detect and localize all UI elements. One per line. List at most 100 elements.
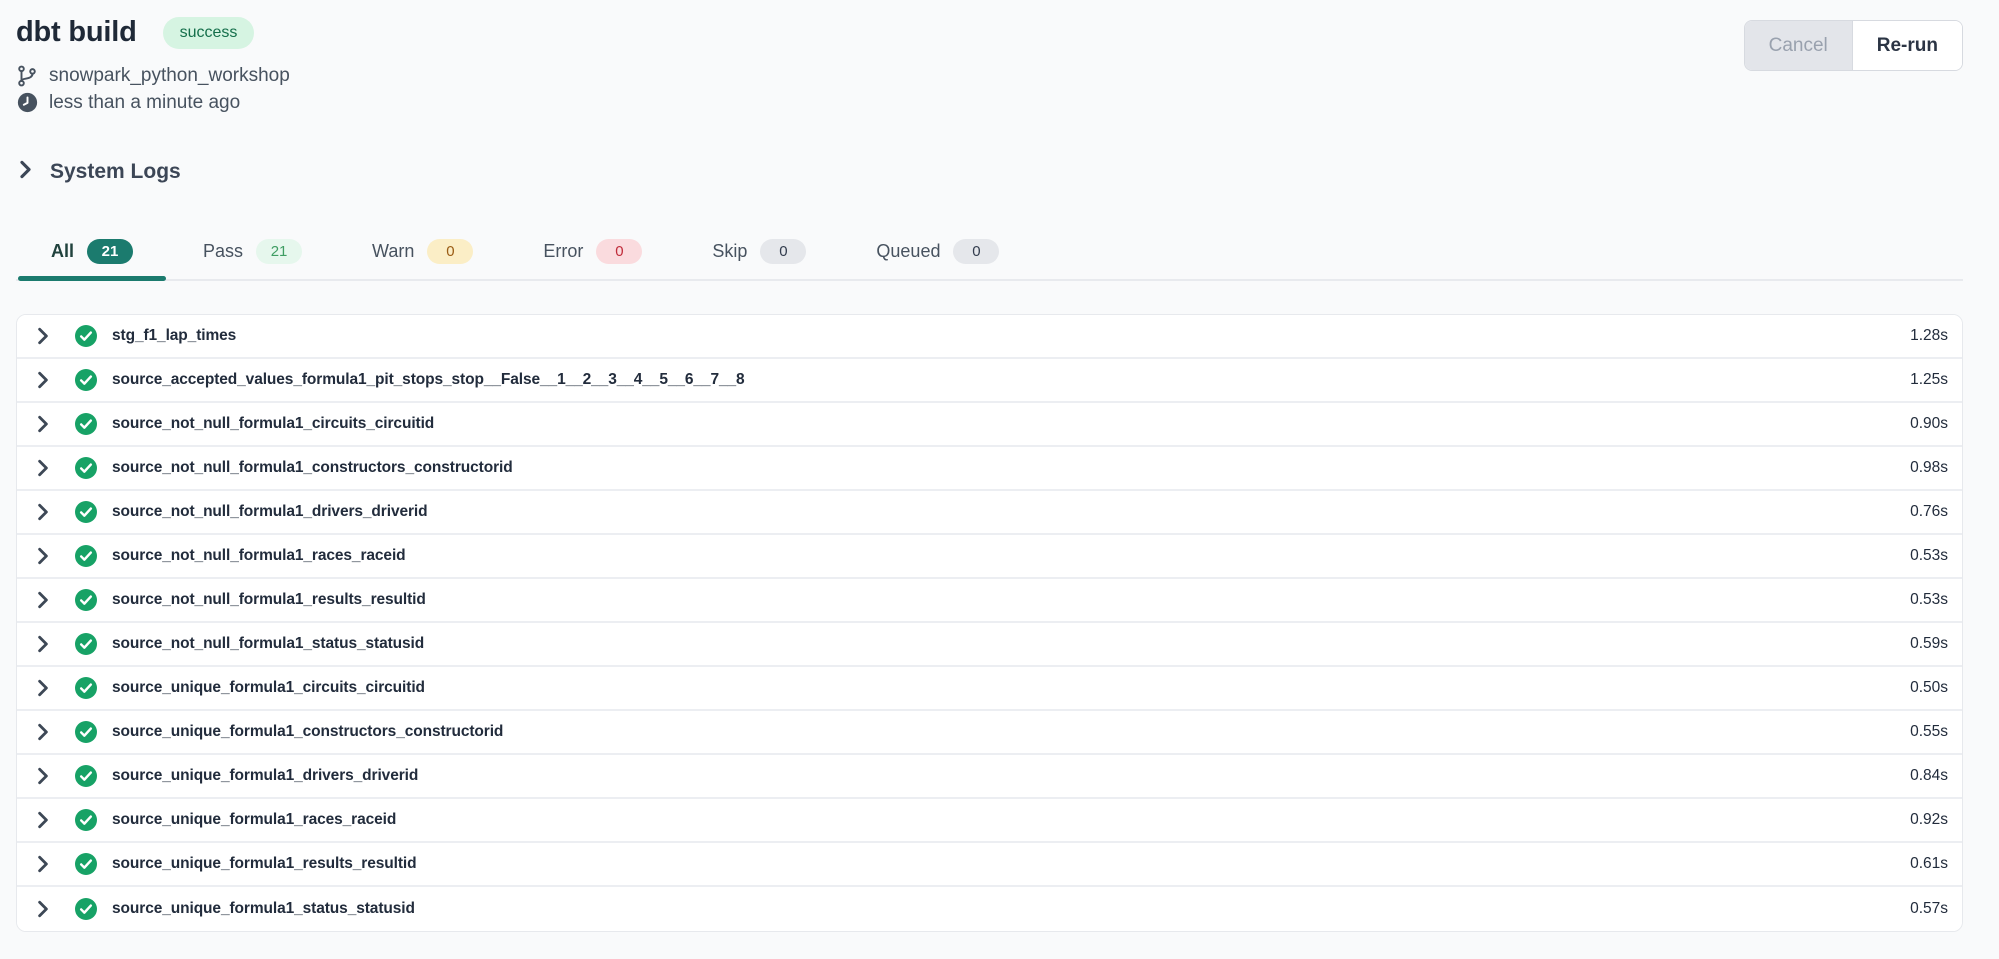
result-row[interactable]: source_unique_formula1_results_resultid … [17,843,1962,887]
result-row[interactable]: source_unique_formula1_drivers_driverid … [17,755,1962,799]
chevron-right-icon[interactable] [34,459,52,477]
result-row[interactable]: source_unique_formula1_constructors_cons… [17,711,1962,755]
tab-count-badge: 21 [87,239,133,264]
result-duration: 0.55s [1910,723,1948,741]
result-name: source_not_null_formula1_constructors_co… [112,459,513,477]
time-ago: less than a minute ago [49,89,240,116]
check-circle-icon [75,677,97,699]
result-row[interactable]: source_not_null_formula1_circuits_circui… [17,403,1962,447]
page-title: dbt build [16,16,137,49]
chevron-right-icon[interactable] [34,503,52,521]
check-circle-icon [75,633,97,655]
time-row: less than a minute ago [16,89,290,116]
run-header-left: dbt build success snowpark_python_wo [16,16,290,116]
system-logs-label: System Logs [50,160,181,184]
tab-queued[interactable]: Queued 0 [841,228,1034,279]
result-row[interactable]: source_unique_formula1_circuits_circuiti… [17,667,1962,711]
clock-icon [16,92,38,113]
result-duration: 0.59s [1910,635,1948,653]
chevron-right-icon[interactable] [34,679,52,697]
tab-count-badge: 0 [596,239,642,264]
results-list: stg_f1_lap_times 1.28s source_accepted_v… [16,314,1963,932]
check-circle-icon [75,853,97,875]
result-row[interactable]: source_not_null_formula1_status_statusid… [17,623,1962,667]
check-circle-icon [75,721,97,743]
check-circle-icon [75,369,97,391]
result-duration: 0.50s [1910,679,1948,697]
result-duration: 1.25s [1910,371,1948,389]
check-circle-icon [75,501,97,523]
result-duration: 0.84s [1910,767,1948,785]
tab-label: Pass [203,241,243,262]
result-row[interactable]: source_not_null_formula1_drivers_driveri… [17,491,1962,535]
run-actions: Cancel Re-run [1744,20,1963,71]
result-row[interactable]: source_accepted_values_formula1_pit_stop… [17,359,1962,403]
chevron-right-icon[interactable] [34,415,52,433]
result-duration: 0.98s [1910,459,1948,477]
result-name: source_not_null_formula1_drivers_driveri… [112,503,428,521]
result-row[interactable]: source_not_null_formula1_results_resulti… [17,579,1962,623]
result-name: source_not_null_formula1_status_statusid [112,635,424,653]
check-circle-icon [75,809,97,831]
tab-all[interactable]: All 21 [16,228,168,279]
result-name: source_unique_formula1_results_resultid [112,855,416,873]
result-name: source_unique_formula1_races_raceid [112,811,396,829]
result-name: source_unique_formula1_status_statusid [112,900,415,918]
results-tab-bar: All 21 Pass 21 Warn 0 Error 0 Skip 0 Que… [16,228,1963,281]
branch-name: snowpark_python_workshop [49,62,290,89]
tab-error[interactable]: Error 0 [508,228,677,279]
rerun-button[interactable]: Re-run [1853,21,1962,70]
chevron-right-icon[interactable] [34,591,52,609]
chevron-right-icon[interactable] [34,855,52,873]
chevron-right-icon[interactable] [34,811,52,829]
run-header: dbt build success snowpark_python_wo [16,16,1963,116]
cancel-button[interactable]: Cancel [1745,21,1853,70]
check-circle-icon [75,325,97,347]
title-row: dbt build success [16,16,290,49]
check-circle-icon [75,589,97,611]
check-circle-icon [75,545,97,567]
result-name: source_not_null_formula1_results_resulti… [112,591,426,609]
result-name: source_not_null_formula1_circuits_circui… [112,415,434,433]
chevron-right-icon[interactable] [34,371,52,389]
check-circle-icon [75,898,97,920]
result-name: stg_f1_lap_times [112,327,236,345]
result-row[interactable]: source_not_null_formula1_constructors_co… [17,447,1962,491]
result-duration: 0.76s [1910,503,1948,521]
result-name: source_unique_formula1_constructors_cons… [112,723,503,741]
tab-label: All [51,241,74,262]
tab-warn[interactable]: Warn 0 [337,228,508,279]
chevron-right-icon[interactable] [34,900,52,918]
chevron-right-icon[interactable] [34,767,52,785]
system-logs-toggle[interactable]: System Logs [16,160,1963,184]
chevron-right-icon[interactable] [34,547,52,565]
result-name: source_not_null_formula1_races_raceid [112,547,406,565]
result-name: source_unique_formula1_drivers_driverid [112,767,418,785]
result-duration: 0.61s [1910,855,1948,873]
result-duration: 0.92s [1910,811,1948,829]
result-duration: 1.28s [1910,327,1948,345]
check-circle-icon [75,413,97,435]
tab-count-badge: 0 [427,239,473,264]
tab-skip[interactable]: Skip 0 [677,228,841,279]
run-meta: snowpark_python_workshop less than a min… [16,62,290,116]
chevron-right-icon[interactable] [34,327,52,345]
result-row[interactable]: source_not_null_formula1_races_raceid 0.… [17,535,1962,579]
tab-pass[interactable]: Pass 21 [168,228,337,279]
result-name: source_accepted_values_formula1_pit_stop… [112,371,745,389]
result-row[interactable]: source_unique_formula1_races_raceid 0.92… [17,799,1962,843]
result-duration: 0.57s [1910,900,1948,918]
result-duration: 0.53s [1910,591,1948,609]
status-badge: success [163,17,255,49]
result-row[interactable]: source_unique_formula1_status_statusid 0… [17,887,1962,931]
chevron-right-icon[interactable] [34,723,52,741]
result-name: source_unique_formula1_circuits_circuiti… [112,679,425,697]
tab-count-badge: 21 [256,239,302,264]
result-row[interactable]: stg_f1_lap_times 1.28s [17,315,1962,359]
check-circle-icon [75,457,97,479]
tab-count-badge: 0 [760,239,806,264]
tab-label: Queued [876,241,940,262]
tab-label: Error [543,241,583,262]
chevron-right-icon[interactable] [34,635,52,653]
result-duration: 0.90s [1910,415,1948,433]
